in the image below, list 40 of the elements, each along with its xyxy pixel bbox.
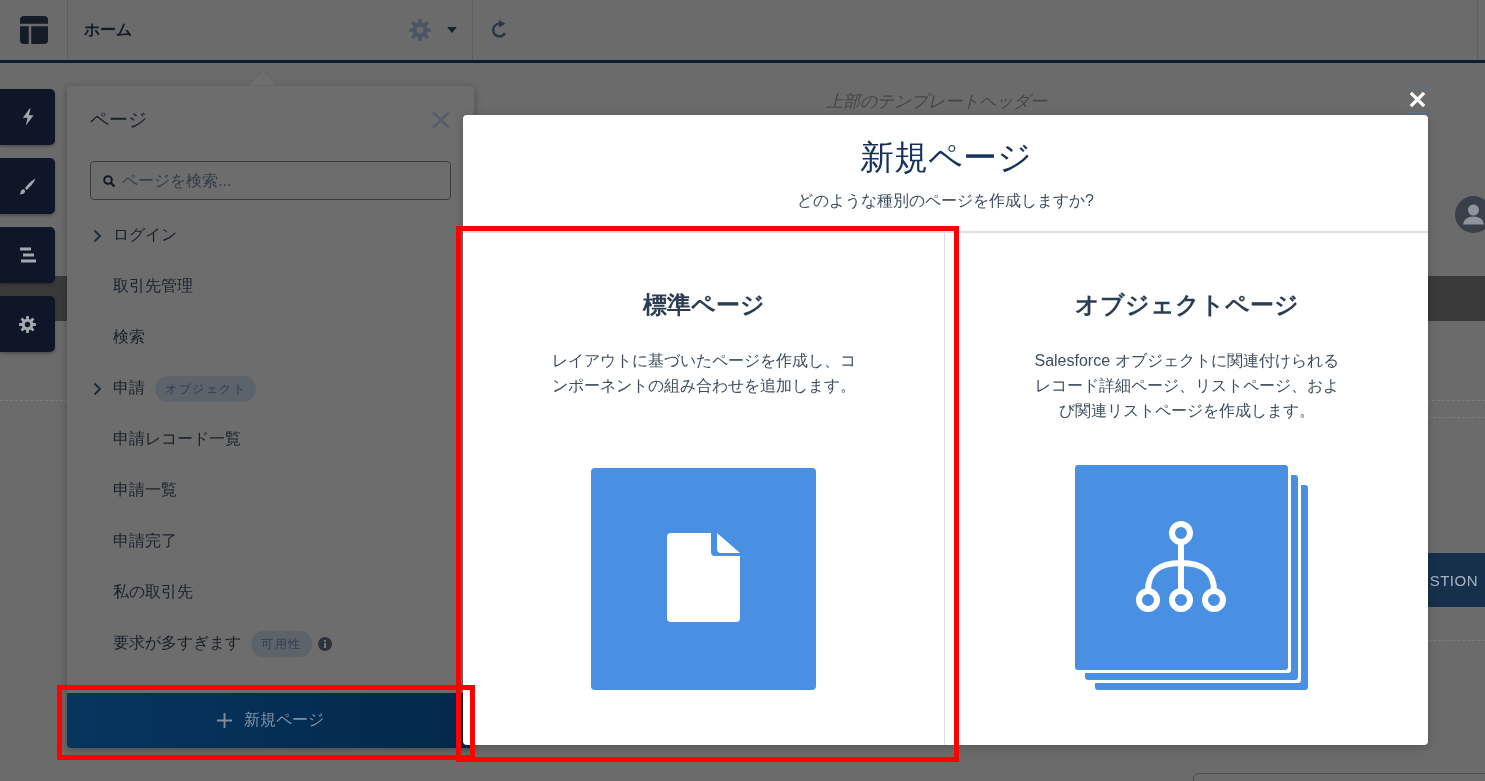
option-description: レイアウトに基づいたページを作成し、コンポーネントの組み合わせを追加します。 xyxy=(550,351,857,396)
current-page-name: ホーム xyxy=(84,19,132,40)
chevron-right-icon[interactable] xyxy=(93,228,102,243)
bolt-icon xyxy=(21,108,34,126)
sidebar-tool-button[interactable] xyxy=(0,227,55,283)
brush-icon xyxy=(19,177,36,195)
refresh-button[interactable] xyxy=(489,20,509,40)
close-icon xyxy=(1409,91,1426,108)
list-icon xyxy=(19,247,36,263)
page-list-item[interactable]: 申請完了 xyxy=(113,531,177,552)
close-icon xyxy=(432,111,450,129)
page-type-option[interactable]: 標準ページ レイアウトに基づいたページを作成し、コンポーネントの組み合わせを追加します。 xyxy=(463,233,944,745)
option-title: 標準ページ xyxy=(642,290,765,320)
dialog-close-button[interactable] xyxy=(1405,86,1430,113)
settings-icon xyxy=(19,315,36,333)
page-list-item[interactable]: 検索 xyxy=(113,327,145,348)
dropdown-button[interactable] xyxy=(447,25,457,35)
page-list-item[interactable]: 要求が多すぎます xyxy=(113,633,241,654)
plus-icon xyxy=(217,713,232,728)
page-list-item[interactable]: 取引先管理 xyxy=(113,276,193,297)
search-icon xyxy=(103,175,115,187)
settings-icon xyxy=(409,19,431,41)
layout-icon xyxy=(19,16,48,44)
dialog-subtitle: どのような種別のページを作成しますか? xyxy=(796,191,1095,211)
page-list-item[interactable]: 申請 xyxy=(113,378,145,399)
refresh-icon xyxy=(489,20,509,40)
page-list-item[interactable]: ログイン xyxy=(113,225,177,246)
document-tile-icon xyxy=(591,468,816,690)
option-description: Salesforce オブジェクトに関連付けられるレコード詳細ページ、リストページ、および関連リストページを作成します。 xyxy=(1033,351,1340,421)
dialog-title: 新規ページ xyxy=(858,137,1033,178)
hierarchy-stack-icon xyxy=(1075,465,1308,690)
caret-down-icon xyxy=(447,27,457,33)
page-list-item[interactable]: 私の取引先 xyxy=(113,582,193,603)
page-list-item[interactable]: 申請一覧 xyxy=(113,480,177,501)
sidebar-tool-button[interactable] xyxy=(0,296,55,352)
page-list-item[interactable]: 申請レコード一覧 xyxy=(113,429,241,450)
avatar-icon xyxy=(1455,196,1485,233)
option-title: オブジェクトページ xyxy=(1074,290,1299,320)
panel-title: ページ xyxy=(90,108,147,132)
chevron-right-icon[interactable] xyxy=(93,381,102,396)
